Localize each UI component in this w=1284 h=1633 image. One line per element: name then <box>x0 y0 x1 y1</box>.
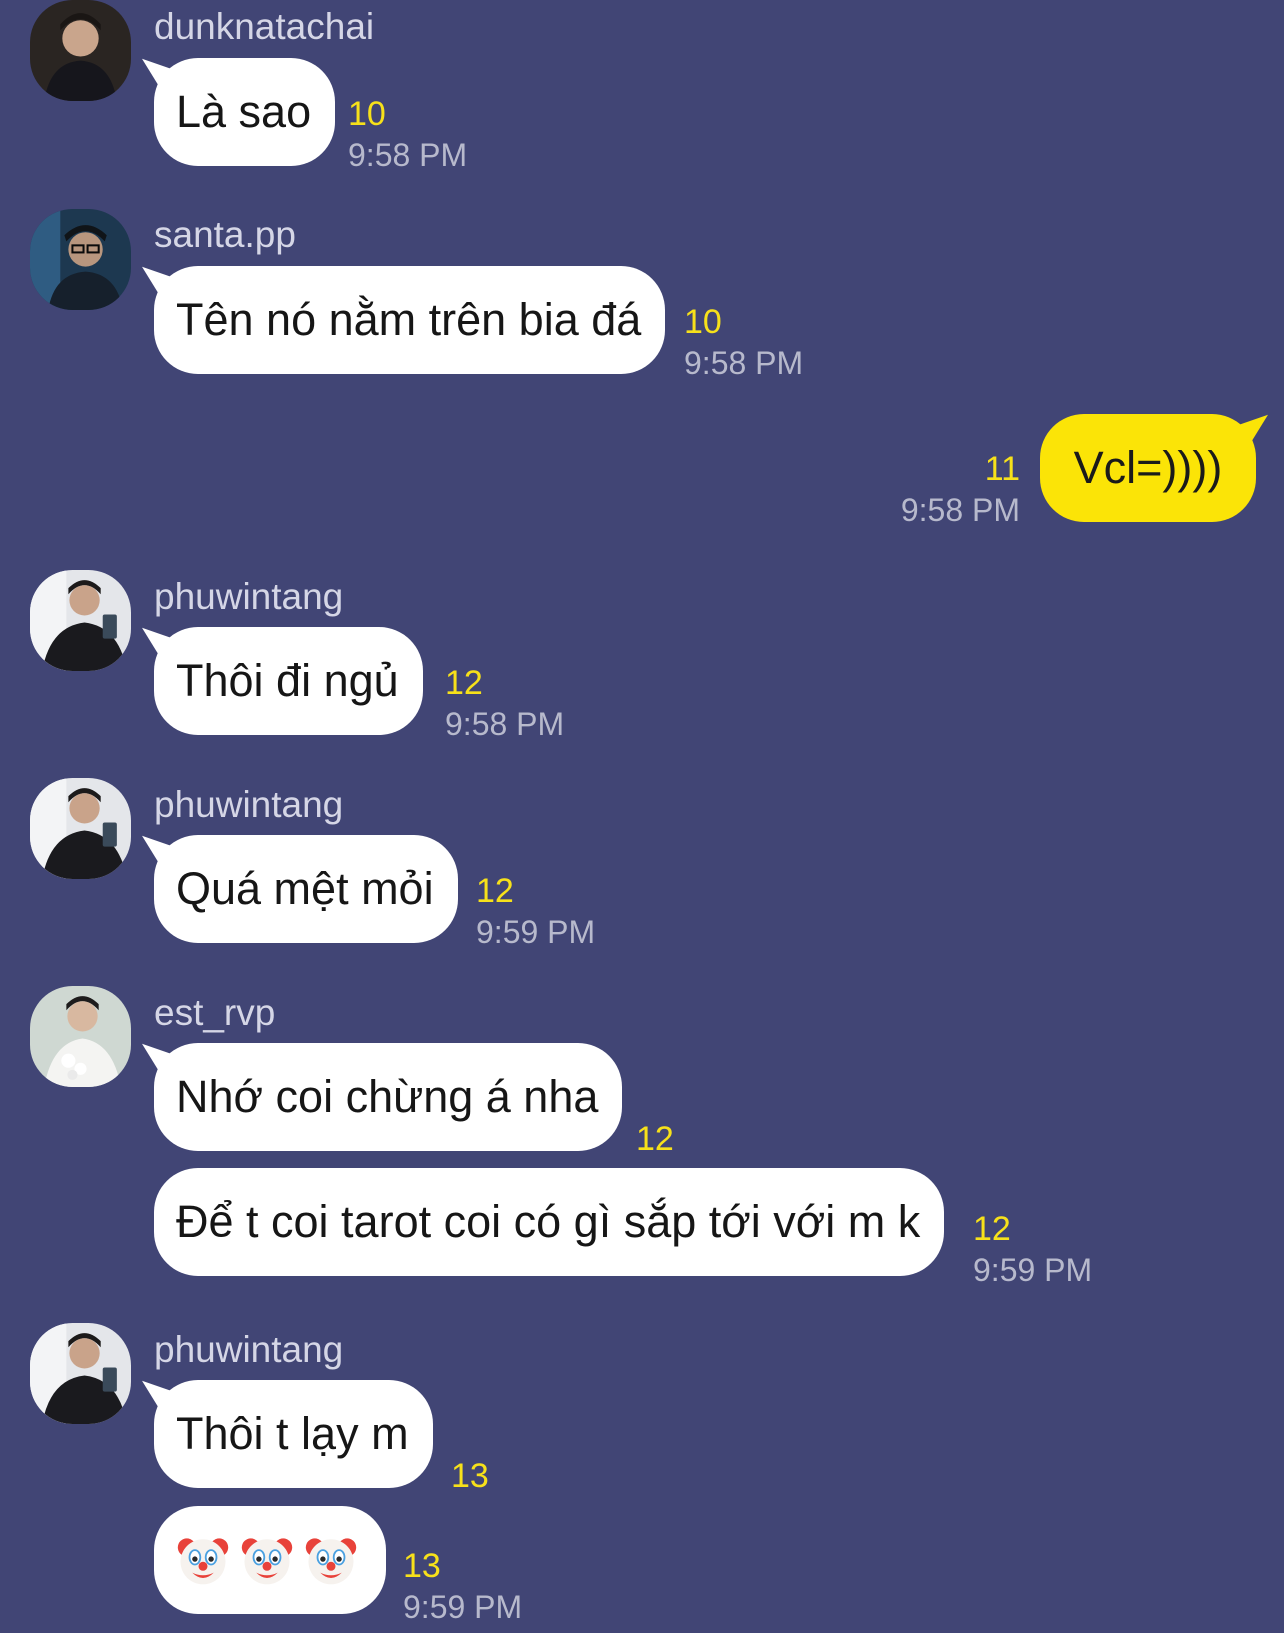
timestamp: 9:58 PM <box>900 492 1020 528</box>
message-text: Nhớ coi chừng á nha <box>176 1071 599 1122</box>
sender-name: est_rvp <box>154 992 276 1033</box>
my-message-bubble[interactable]: Vcl=)))) <box>1040 414 1256 522</box>
read-count: 10 <box>348 95 386 133</box>
message-meta: 12 9:59 PM <box>476 874 595 948</box>
sender-name: santa.pp <box>154 214 296 255</box>
sender-name: phuwintang <box>154 576 344 617</box>
emoji-bubble[interactable] <box>154 1506 386 1614</box>
avatar[interactable] <box>30 0 131 101</box>
message-bubble[interactable]: Để t coi tarot coi có gì sắp tới với m k <box>154 1168 945 1276</box>
message-bubble[interactable]: Tên nó nằm trên bia đá <box>154 266 666 374</box>
sender-name: phuwintang <box>154 784 344 825</box>
message-text: Thôi đi ngủ <box>176 655 399 706</box>
message-meta: 11 9:58 PM <box>901 452 1020 526</box>
message-text: Thôi t lạy m <box>176 1408 409 1459</box>
message-meta: 10 9:58 PM <box>684 305 803 379</box>
read-count: 12 <box>973 1210 1011 1248</box>
avatar[interactable] <box>30 1323 131 1424</box>
message-text: Là sao <box>176 86 312 137</box>
read-count: 12 <box>445 664 483 702</box>
read-count: 13 <box>403 1547 441 1585</box>
timestamp: 9:59 PM <box>973 1252 1093 1288</box>
read-count: 11 <box>984 450 1020 488</box>
message-bubble[interactable]: Quá mệt mỏi <box>154 835 458 943</box>
read-count: 12 <box>636 1120 674 1158</box>
message-meta: 10 9:58 PM <box>348 97 467 171</box>
clown-face-icon <box>177 1538 229 1585</box>
clown-face-icon <box>241 1538 293 1585</box>
read-count: 10 <box>684 303 722 341</box>
message-bubble[interactable]: Nhớ coi chừng á nha <box>154 1043 623 1151</box>
message-meta: 12 <box>636 1122 674 1156</box>
message-meta: 13 9:59 PM <box>403 1549 522 1623</box>
timestamp: 9:58 PM <box>684 345 804 381</box>
avatar[interactable] <box>30 986 131 1087</box>
message-text: Vcl=)))) <box>1073 442 1223 493</box>
message-meta: 13 <box>451 1459 489 1493</box>
clown-face-icon <box>305 1538 357 1585</box>
timestamp: 9:59 PM <box>476 914 596 950</box>
message-bubble[interactable]: Là sao <box>154 58 336 166</box>
sender-name: dunknatachai <box>154 6 375 47</box>
message-text: Tên nó nằm trên bia đá <box>176 294 642 345</box>
avatar[interactable] <box>30 209 131 310</box>
message-bubble[interactable]: Thôi đi ngủ <box>154 627 423 735</box>
avatar[interactable] <box>30 570 131 671</box>
timestamp: 9:58 PM <box>348 137 468 173</box>
timestamp: 9:59 PM <box>403 1589 523 1625</box>
message-meta: 12 9:59 PM <box>973 1212 1092 1286</box>
avatar[interactable] <box>30 778 131 879</box>
read-count: 12 <box>476 872 514 910</box>
message-text: Quá mệt mỏi <box>176 863 434 914</box>
message-text: Để t coi tarot coi có gì sắp tới với m k <box>176 1196 921 1247</box>
message-meta: 12 9:58 PM <box>445 666 564 740</box>
read-count: 13 <box>451 1457 489 1495</box>
message-bubble[interactable]: Thôi t lạy m <box>154 1380 433 1488</box>
sender-name: phuwintang <box>154 1329 344 1370</box>
timestamp: 9:58 PM <box>445 706 565 742</box>
